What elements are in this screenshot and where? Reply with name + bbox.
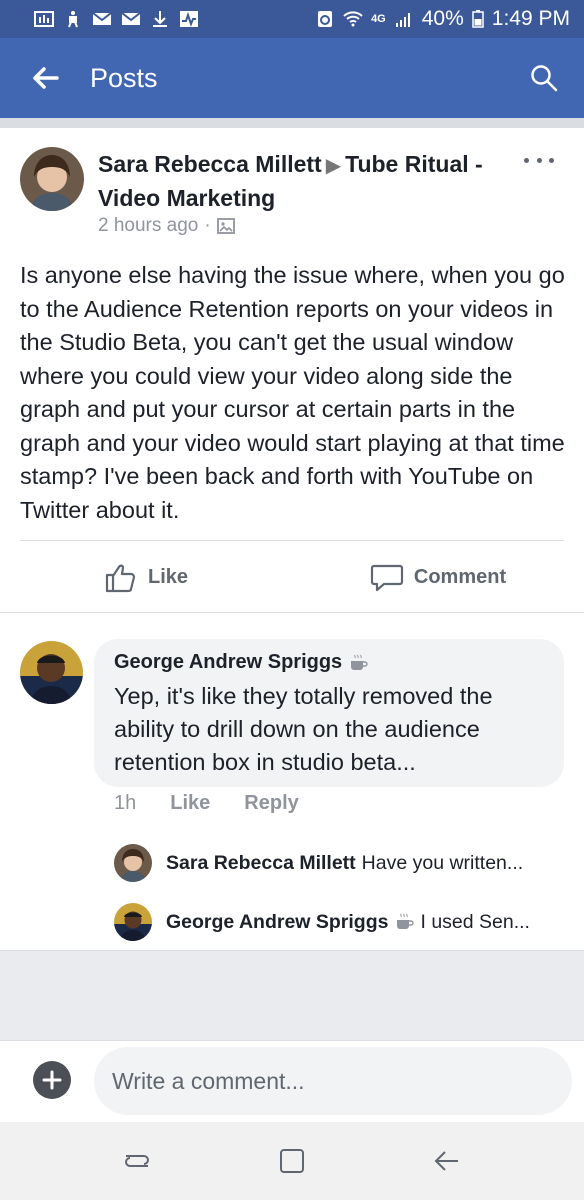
system-nav-bar xyxy=(0,1122,584,1200)
reply-preview: Have you written... xyxy=(361,851,524,874)
post-author-name[interactable]: Sara Rebecca Millett xyxy=(98,151,322,177)
reply-item[interactable]: Sara Rebecca Millett Have you written... xyxy=(114,844,574,882)
meta-separator: · xyxy=(204,215,211,236)
comment-time: 1h xyxy=(114,792,137,814)
recent-apps-icon xyxy=(125,1155,150,1167)
page-title: Posts xyxy=(90,62,158,93)
comment-composer xyxy=(0,1040,584,1122)
status-bar: 4G 40% 1:49 PM xyxy=(0,0,584,38)
back-arrow-icon xyxy=(33,67,59,89)
separator xyxy=(0,612,584,626)
home-icon xyxy=(279,1149,304,1173)
reply-avatar xyxy=(114,844,152,882)
separator xyxy=(0,118,584,128)
comment-button[interactable]: Comment xyxy=(292,548,584,606)
add-attachment-button[interactable] xyxy=(33,1061,71,1099)
recent-apps-button[interactable] xyxy=(107,1131,167,1191)
download-icon xyxy=(150,10,170,28)
reply-text: George Andrew Spriggs I used Sen... xyxy=(166,911,530,934)
mail-icon xyxy=(92,10,112,28)
app-bar: Posts xyxy=(0,38,584,118)
photo-icon xyxy=(216,218,235,234)
post-card: Sara Rebecca Millett ▶ Tube Ritual - Video… xyxy=(0,128,584,612)
empty-area xyxy=(0,950,584,1040)
back-button[interactable] xyxy=(20,53,70,103)
notification-icons xyxy=(34,10,199,28)
comment-reply-link[interactable]: Reply xyxy=(244,792,298,815)
clock: 1:49 PM xyxy=(491,7,570,30)
divider xyxy=(20,540,564,541)
gallery-notification-icon xyxy=(34,10,54,28)
reply-author: Sara Rebecca Millett xyxy=(166,851,356,874)
wifi-icon xyxy=(343,10,363,28)
comment-icon xyxy=(370,564,403,592)
coffee-icon xyxy=(397,913,415,929)
reply-preview: I used Sen... xyxy=(420,910,530,933)
reply-text: Sara Rebecca Millett Have you written... xyxy=(166,852,523,875)
mail-icon-2 xyxy=(121,10,141,28)
coffee-icon xyxy=(351,654,368,670)
post-timestamp[interactable]: 2 hours ago xyxy=(98,215,198,237)
reply-item[interactable]: George Andrew Spriggs I used Sen... xyxy=(114,903,574,941)
comment-author-avatar[interactable] xyxy=(20,641,83,704)
comment-author-name[interactable]: George Andrew Spriggs xyxy=(114,651,342,674)
more-icon xyxy=(524,157,529,163)
post-author-line: Sara Rebecca Millett ▶ Tube Ritual - Video… xyxy=(98,148,508,214)
post-actions: Like Comment xyxy=(0,548,584,606)
search-icon xyxy=(531,65,558,92)
network-type: 4G xyxy=(371,12,386,25)
post-author-avatar[interactable] xyxy=(20,147,84,211)
comment-author-line: George Andrew Spriggs xyxy=(114,651,544,674)
comment-like-link[interactable]: Like xyxy=(170,792,210,815)
nav-back-icon xyxy=(434,1151,458,1171)
plus-icon xyxy=(42,1070,62,1090)
more-icon-dot xyxy=(536,157,542,163)
comment-bubble: George Andrew Spriggs Yep, it's like the… xyxy=(94,639,564,787)
like-button[interactable]: Like xyxy=(0,548,292,606)
post-meta: 2 hours ago · xyxy=(98,215,235,237)
comment-text: Yep, it's like they totally removed the … xyxy=(114,683,493,775)
post-body: Is anyone else having the issue where, w… xyxy=(20,262,565,523)
reply-author: George Andrew Spriggs xyxy=(166,910,389,933)
more-icon-dot xyxy=(549,157,554,163)
signal-icon xyxy=(394,10,414,28)
recycle-icon xyxy=(315,10,335,28)
search-button[interactable] xyxy=(522,56,566,100)
system-indicators: 4G 40% 1:49 PM xyxy=(315,7,570,31)
caret-right-icon: ▶ xyxy=(325,155,342,177)
like-label: Like xyxy=(147,565,189,588)
comment-input[interactable] xyxy=(94,1047,572,1115)
nav-back-button[interactable] xyxy=(417,1131,477,1191)
battery-icon xyxy=(472,10,484,28)
comment-label: Comment xyxy=(413,565,507,588)
like-icon xyxy=(105,564,136,593)
battery-percent: 40% xyxy=(421,7,464,30)
reply-avatar xyxy=(114,903,152,941)
home-button[interactable] xyxy=(262,1131,322,1191)
accessibility-icon xyxy=(63,10,83,28)
more-options-button[interactable] xyxy=(524,150,554,170)
activity-icon xyxy=(179,10,199,28)
comment-meta: 1h Like Reply xyxy=(114,792,299,815)
